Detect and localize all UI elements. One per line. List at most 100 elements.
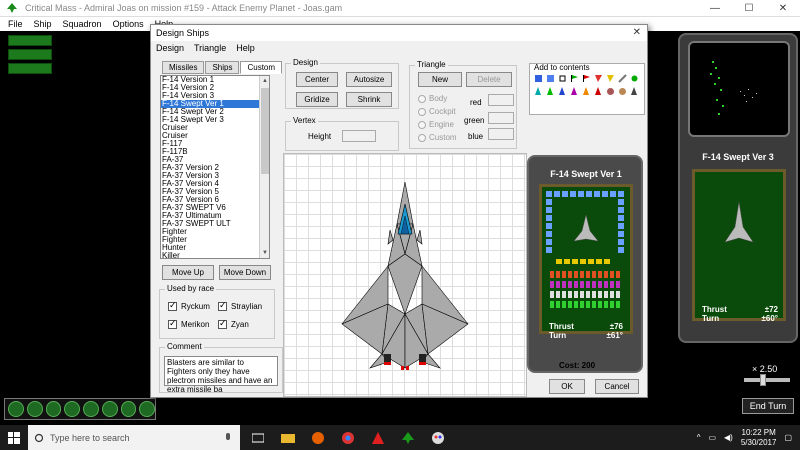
microphone-icon[interactable] — [224, 432, 232, 443]
purple-missile-icon[interactable] — [570, 87, 579, 96]
wrench-icon[interactable] — [618, 74, 627, 83]
taskbar-search[interactable]: Type here to search — [28, 425, 240, 450]
radio-engine[interactable]: Engine — [418, 120, 454, 129]
red-flag-icon[interactable] — [582, 74, 591, 83]
system-tray: ^ ▭ ◀) 10:22 PM 5/30/2017 ▢ — [697, 425, 792, 450]
squadron-slot[interactable] — [101, 401, 118, 417]
move-up-button[interactable]: Move Up — [162, 265, 214, 280]
game-button-2[interactable] — [8, 49, 52, 60]
squadron-slot[interactable] — [139, 401, 155, 417]
tab-missiles[interactable]: Missiles — [162, 61, 205, 74]
scroll-thumb[interactable] — [261, 88, 269, 174]
task-view-icon[interactable] — [246, 425, 270, 450]
paint-icon[interactable] — [426, 425, 450, 450]
menu-squadron[interactable]: Squadron — [63, 19, 102, 29]
triangle-red-icon[interactable] — [594, 74, 603, 83]
shrink-button[interactable]: Shrink — [346, 92, 392, 107]
card-turn-label: Turn — [549, 331, 567, 340]
squadron-slot[interactable] — [8, 401, 24, 417]
ship-list[interactable]: F-14 Version 1 F-14 Version 2 F-14 Version… — [160, 75, 270, 259]
preview-stats: Thrust ±72 Turn ±60° — [690, 305, 790, 323]
minimize-button[interactable]: — — [698, 0, 732, 17]
zoom-slider-knob[interactable] — [760, 374, 766, 386]
card-ship-diagram — [546, 191, 624, 308]
green-dot-icon[interactable] — [630, 74, 639, 83]
rocket-icon[interactable] — [630, 87, 639, 96]
cyan-missile-icon[interactable] — [534, 87, 543, 96]
move-down-button[interactable]: Move Down — [219, 265, 271, 280]
add-to-contents-label: Add to contents — [534, 63, 590, 72]
network-icon[interactable]: ▭ — [708, 433, 716, 442]
menu-ship[interactable]: Ship — [34, 19, 52, 29]
green-missile-icon[interactable] — [546, 87, 555, 96]
clock[interactable]: 10:22 PM 5/30/2017 — [741, 428, 777, 448]
radio-custom[interactable]: Custom — [418, 133, 457, 142]
mine-icon[interactable] — [606, 87, 615, 96]
start-button[interactable] — [0, 425, 28, 450]
ship-list-item[interactable]: Killer — [161, 252, 269, 259]
dialog-close-button[interactable]: ✕ — [633, 27, 641, 38]
squadron-slot[interactable] — [26, 401, 43, 417]
dialog-menu-triangle[interactable]: Triangle — [194, 43, 226, 53]
notification-icon[interactable]: ▢ — [784, 433, 792, 442]
game-button-3[interactable] — [8, 63, 52, 74]
orange-missile-icon[interactable] — [582, 87, 591, 96]
race-straylian-checkbox[interactable]: Straylian — [218, 300, 262, 311]
menu-options[interactable]: Options — [113, 19, 144, 29]
blue-shield-icon[interactable] — [546, 74, 555, 83]
race-ryckum-checkbox[interactable]: Ryckum — [168, 300, 210, 311]
new-triangle-button[interactable]: New — [418, 72, 462, 87]
ship-list-scrollbar[interactable]: ▲ ▼ — [259, 76, 269, 258]
app-red-triangle-icon[interactable] — [366, 425, 390, 450]
blue-missile-icon[interactable] — [558, 87, 567, 96]
cancel-button[interactable]: Cancel — [595, 379, 639, 394]
card-stats: Thrust ±76 Turn ±61° — [537, 322, 635, 340]
squadron-slot[interactable] — [64, 401, 80, 417]
radio-body[interactable]: Body — [418, 94, 447, 103]
blue-shield-icon[interactable] — [534, 74, 543, 83]
scroll-up-icon[interactable]: ▲ — [260, 76, 269, 86]
ship-design-canvas[interactable] — [283, 153, 527, 397]
center-button[interactable]: Center — [296, 72, 338, 87]
critical-mass-taskbar-icon[interactable] — [396, 425, 420, 450]
radio-cockpit[interactable]: Cockpit — [418, 107, 456, 116]
tab-ships[interactable]: Ships — [205, 61, 240, 74]
firefox-icon[interactable] — [306, 425, 330, 450]
scroll-down-icon[interactable]: ▼ — [260, 248, 269, 258]
squadron-slot[interactable] — [83, 401, 99, 417]
ok-button[interactable]: OK — [549, 379, 585, 394]
squadron-slot[interactable] — [45, 401, 62, 417]
file-explorer-icon[interactable] — [276, 425, 300, 450]
red-missile-icon[interactable] — [594, 87, 603, 96]
dialog-menu-design[interactable]: Design — [156, 43, 184, 53]
squadron-slot[interactable] — [120, 401, 137, 417]
blue-label: blue — [468, 132, 484, 141]
zoom-slider[interactable] — [744, 378, 790, 382]
chrome-icon[interactable] — [336, 425, 360, 450]
blue-field[interactable] — [488, 128, 514, 140]
tray-chevron-icon[interactable]: ^ — [697, 433, 701, 442]
red-field[interactable] — [488, 94, 514, 106]
radar-map[interactable] — [688, 41, 790, 137]
ship-triangles-drawing[interactable] — [284, 154, 526, 396]
flag-icon[interactable] — [570, 74, 579, 83]
race-zyan-checkbox[interactable]: Zyan — [218, 318, 249, 329]
volume-icon[interactable]: ◀) — [724, 433, 733, 442]
menu-file[interactable]: File — [8, 19, 23, 29]
comment-textarea[interactable]: Blasters are similar to Fighters only th… — [164, 356, 278, 394]
close-button[interactable]: ✕ — [766, 0, 800, 17]
gridize-button[interactable]: Gridize — [296, 92, 338, 107]
delete-triangle-button[interactable]: Delete — [466, 72, 512, 87]
yellow-triangle-icon[interactable] — [606, 74, 615, 83]
game-button-1[interactable] — [8, 35, 52, 46]
race-merikon-checkbox[interactable]: Merikon — [168, 318, 209, 329]
height-field[interactable] — [342, 130, 376, 142]
tab-custom[interactable]: Custom — [240, 61, 283, 74]
maximize-button[interactable]: ☐ — [732, 0, 766, 17]
blaster-icon[interactable] — [558, 74, 567, 83]
green-field[interactable] — [488, 112, 514, 124]
end-turn-button[interactable]: End Turn — [742, 398, 794, 414]
dialog-menu-help[interactable]: Help — [236, 43, 255, 53]
bomb-icon[interactable] — [618, 87, 627, 96]
autosize-button[interactable]: Autosize — [346, 72, 392, 87]
